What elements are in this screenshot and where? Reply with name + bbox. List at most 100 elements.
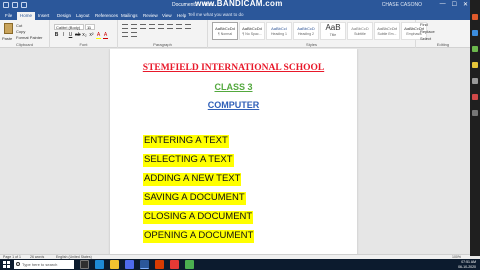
maximize-button[interactable]: ☐ (452, 1, 457, 8)
undo-icon[interactable] (12, 2, 18, 8)
format-painter-button[interactable]: Format Painter (16, 35, 42, 40)
tab-review[interactable]: Review (140, 12, 161, 20)
class-heading[interactable]: CLASS 3 (110, 82, 357, 92)
paste-icon[interactable] (4, 23, 13, 34)
align-left-icon[interactable] (176, 24, 182, 29)
font-size-select[interactable]: 11 (85, 24, 95, 30)
bullets-icon[interactable] (122, 24, 128, 29)
file-explorer-icon[interactable] (110, 260, 119, 269)
word-app-icon[interactable] (140, 260, 149, 269)
tab-references[interactable]: References (92, 12, 121, 20)
tab-view[interactable]: View (159, 12, 175, 20)
recording-watermark: www.BANDICAM.com (195, 0, 283, 8)
topic-item[interactable]: OPENING A DOCUMENT (143, 230, 255, 243)
justify-icon[interactable] (131, 32, 137, 37)
topic-item[interactable]: CLOSING A DOCUMENT (143, 211, 254, 224)
window-controls: — ☐ ✕ (440, 1, 468, 8)
topic-item[interactable]: SAVING A DOCUMENT (143, 192, 246, 205)
taskbar: Type here to search 07:51 AM 06-10-2020 (0, 259, 480, 270)
decrease-indent-icon[interactable] (149, 24, 155, 29)
paragraph-buttons (122, 24, 197, 37)
topic-list: ENTERING A TEXT SELECTING A TEXT ADDING … (143, 135, 255, 249)
title-bar: Document1 - Word www.BANDICAM.com CHASE … (0, 0, 470, 11)
close-button[interactable]: ✕ (463, 1, 468, 8)
tab-layout[interactable]: Layout (73, 12, 93, 20)
strikethrough-button[interactable]: ab (75, 32, 81, 39)
school-heading[interactable]: STEMFIELD INTERNATIONAL SCHOOL (110, 63, 357, 73)
clipboard-label: Clipboard (15, 42, 34, 47)
clipboard-group: Paste Cut Copy Format Painter Clipboard (0, 20, 50, 48)
align-right-icon[interactable] (122, 32, 128, 37)
cut-button[interactable]: Cut (16, 23, 22, 28)
highlight-color-button[interactable]: A (96, 32, 101, 39)
style-title[interactable]: AaB Title (320, 22, 346, 40)
minimize-button[interactable]: — (440, 1, 446, 8)
multilevel-list-icon[interactable] (140, 24, 146, 29)
tell-me-search[interactable]: Tell me what you want to do (188, 12, 244, 17)
align-center-icon[interactable] (185, 24, 191, 29)
font-format-buttons: B I U ab x₂ x² A A (54, 32, 108, 39)
styles-label: Styles (306, 42, 317, 47)
marker-icon[interactable] (472, 46, 478, 52)
system-tray[interactable]: 07:51 AM 06-10-2020 (458, 260, 476, 269)
search-icon (16, 262, 20, 266)
highlighter-icon[interactable] (472, 62, 478, 68)
increase-indent-icon[interactable] (158, 24, 164, 29)
document-area[interactable]: STEMFIELD INTERNATIONAL SCHOOL CLASS 3 C… (0, 49, 470, 256)
tab-file[interactable]: File (2, 12, 15, 20)
store-icon[interactable] (125, 260, 134, 269)
save-icon[interactable] (3, 2, 9, 8)
quick-access-toolbar (3, 2, 27, 8)
tab-home[interactable]: Home (17, 12, 36, 20)
taskbar-search[interactable]: Type here to search (14, 260, 74, 269)
copy-button[interactable]: Copy (16, 29, 25, 34)
tab-help[interactable]: Help (174, 12, 189, 20)
chrome-icon[interactable] (185, 260, 194, 269)
font-color-button[interactable]: A (103, 32, 108, 39)
italic-button[interactable]: I (61, 32, 66, 39)
eraser-icon[interactable] (472, 78, 478, 84)
editing-label: Editing (436, 42, 450, 47)
paste-button[interactable]: Paste (2, 36, 12, 41)
subscript-button[interactable]: x₂ (82, 32, 87, 39)
edge-icon[interactable] (95, 260, 104, 269)
styles-gallery: AaBbCcDd ¶ Normal AaBbCcDd ¶ No Spac... Aa… (212, 22, 428, 40)
tab-design[interactable]: Design (54, 12, 74, 20)
font-name-select[interactable]: Calibri (Body) (54, 24, 84, 30)
task-view-icon[interactable] (80, 260, 89, 269)
style-heading-1[interactable]: AaBbCcI Heading 1 (266, 22, 292, 40)
record-icon[interactable] (472, 14, 478, 20)
topic-item[interactable]: ADDING A NEW TEXT (143, 173, 242, 186)
topic-item[interactable]: ENTERING A TEXT (143, 135, 229, 148)
pen-icon[interactable] (472, 30, 478, 36)
ribbon-tabs: File Home Insert Design Layout Reference… (0, 11, 470, 20)
editing-group-frame: Editing (416, 20, 470, 48)
tab-insert[interactable]: Insert (35, 12, 52, 20)
bold-button[interactable]: B (54, 32, 59, 39)
bandicam-icon[interactable] (170, 260, 179, 269)
side-app-bar (470, 0, 480, 256)
style-heading-2[interactable]: AaBbCcD Heading 2 (293, 22, 319, 40)
search-placeholder: Type here to search (22, 262, 58, 267)
numbering-icon[interactable] (131, 24, 137, 29)
paragraph-label: Paragraph (153, 42, 172, 47)
ribbon: Paste Cut Copy Format Painter Clipboard … (0, 20, 470, 48)
style-subtitle[interactable]: AaBbCcD Subtitle (347, 22, 373, 40)
sort-icon[interactable] (167, 24, 173, 29)
topic-item[interactable]: SELECTING A TEXT (143, 154, 234, 167)
clock-date: 06-10-2020 (458, 264, 476, 269)
windows-start-icon[interactable] (3, 261, 10, 268)
superscript-button[interactable]: x² (89, 32, 94, 39)
subject-heading[interactable]: COMPUTER (110, 100, 357, 110)
style-normal[interactable]: AaBbCcDd ¶ Normal (212, 22, 238, 40)
undo-draw-icon[interactable] (472, 110, 478, 116)
tab-mailings[interactable]: Mailings (118, 12, 141, 20)
shape-icon[interactable] (472, 94, 478, 100)
document-page[interactable]: STEMFIELD INTERNATIONAL SCHOOL CLASS 3 C… (110, 49, 357, 256)
style-no-spacing[interactable]: AaBbCcDd ¶ No Spac... (239, 22, 265, 40)
underline-button[interactable]: U (68, 32, 73, 39)
style-subtle-emphasis[interactable]: AaBbCcDd Subtle Em... (374, 22, 400, 40)
user-name[interactable]: CHASE CASONO (382, 2, 422, 8)
powerpoint-icon[interactable] (155, 260, 164, 269)
redo-icon[interactable] (21, 2, 27, 8)
